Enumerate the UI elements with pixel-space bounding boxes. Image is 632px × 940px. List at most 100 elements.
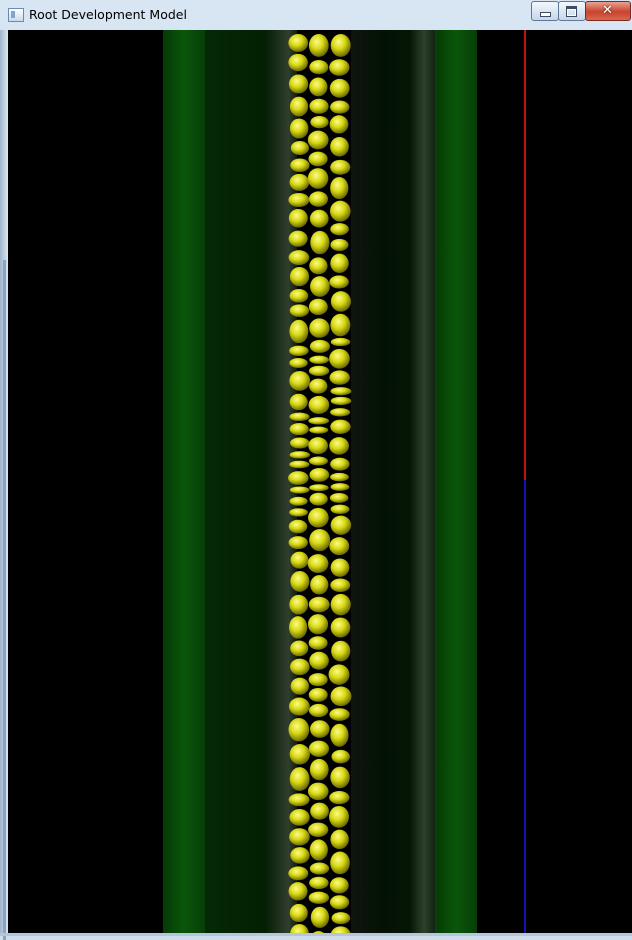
root-cell — [288, 53, 308, 72]
root-cell — [288, 882, 308, 901]
minimize-button[interactable] — [531, 1, 559, 21]
root-cell — [289, 345, 309, 357]
root-cell — [290, 158, 310, 172]
root-cell — [288, 717, 310, 742]
root-cell — [289, 460, 310, 469]
maximize-button[interactable] — [558, 1, 586, 21]
root-cell — [329, 895, 350, 910]
root-cell — [330, 223, 349, 236]
root-cell — [310, 575, 329, 595]
root-cell — [308, 34, 329, 57]
root-cell — [308, 395, 330, 414]
root-cell — [329, 78, 350, 98]
root-cell — [309, 839, 328, 861]
root-cell — [308, 822, 329, 837]
root-cell — [289, 828, 310, 846]
root-cell — [330, 686, 352, 707]
root-cell — [288, 471, 309, 485]
root-cell — [310, 276, 330, 297]
root-cell — [329, 348, 350, 369]
root-cell — [289, 903, 308, 923]
root-cell — [309, 862, 330, 875]
root-cell — [307, 130, 329, 150]
root-cell — [330, 515, 352, 535]
root-cell — [289, 451, 310, 459]
root-cell — [309, 492, 328, 506]
root-cell — [309, 318, 330, 338]
root-cell — [288, 34, 309, 52]
root-cell — [290, 570, 310, 592]
root-cell — [331, 640, 351, 662]
window-title: Root Development Model — [29, 7, 187, 22]
root-cell — [330, 337, 351, 347]
root-cell — [330, 313, 351, 337]
root-cell — [308, 417, 330, 425]
root-cell — [309, 484, 329, 492]
root-cell — [329, 59, 350, 76]
root-cell — [330, 34, 351, 57]
root-cell — [289, 594, 309, 615]
root-cell — [308, 191, 328, 207]
root-cell — [308, 596, 330, 613]
title-bar[interactable]: Root Development Model ✕ — [0, 0, 632, 30]
root-cell — [289, 96, 309, 117]
render-viewport[interactable] — [8, 30, 632, 933]
root-cell — [330, 617, 351, 638]
root-cell — [308, 673, 328, 687]
progress-marker-top — [524, 30, 526, 480]
root-cell — [309, 651, 329, 670]
root-cell — [328, 664, 350, 685]
root-cell — [330, 723, 349, 747]
root-cell — [330, 238, 349, 252]
root-cell — [289, 744, 311, 765]
root-cell — [308, 740, 330, 757]
app-window-icon[interactable] — [8, 8, 24, 22]
root-cell — [307, 168, 329, 189]
root-cell — [330, 766, 350, 789]
root-cell — [330, 593, 351, 616]
root-cell — [330, 253, 349, 273]
root-cell — [308, 687, 328, 702]
root-cell — [331, 749, 350, 764]
root-cell — [330, 408, 351, 417]
root-cell — [309, 758, 329, 781]
root-cell — [289, 393, 308, 411]
root-cell — [310, 802, 329, 820]
root-cell — [309, 257, 328, 275]
progress-marker-bottom — [524, 480, 526, 933]
root-cell — [330, 200, 351, 222]
root-cell — [309, 426, 329, 434]
root-cell — [289, 616, 308, 639]
root-cell — [289, 412, 310, 422]
root-cell — [289, 266, 310, 287]
root-cell — [288, 697, 310, 716]
root-cell — [288, 192, 310, 208]
root-cell — [308, 151, 328, 167]
root-cell — [289, 289, 309, 303]
root-cell — [289, 767, 310, 791]
root-cell — [288, 208, 308, 228]
root-cell — [330, 504, 350, 514]
root-cell — [308, 365, 330, 377]
root-cell — [329, 877, 349, 894]
close-button[interactable]: ✕ — [585, 1, 631, 21]
root-cell — [309, 876, 329, 890]
root-cell — [308, 507, 329, 528]
root-cell — [307, 554, 329, 573]
root-cell — [289, 486, 310, 494]
root-cell — [309, 339, 330, 353]
root-cell — [330, 558, 350, 577]
root-cell — [290, 658, 310, 676]
root-cell — [310, 720, 330, 738]
root-cell — [288, 793, 310, 807]
app-window: Root Development Model ✕ — [0, 0, 632, 940]
root-cell — [330, 291, 351, 312]
root-cell — [289, 508, 308, 517]
root-cell — [290, 847, 310, 864]
root-cell — [330, 387, 352, 396]
root-cell — [329, 805, 350, 828]
root-cell — [330, 926, 351, 933]
maximize-icon — [566, 6, 577, 17]
root-cell — [289, 496, 308, 506]
root-cell — [329, 115, 349, 134]
